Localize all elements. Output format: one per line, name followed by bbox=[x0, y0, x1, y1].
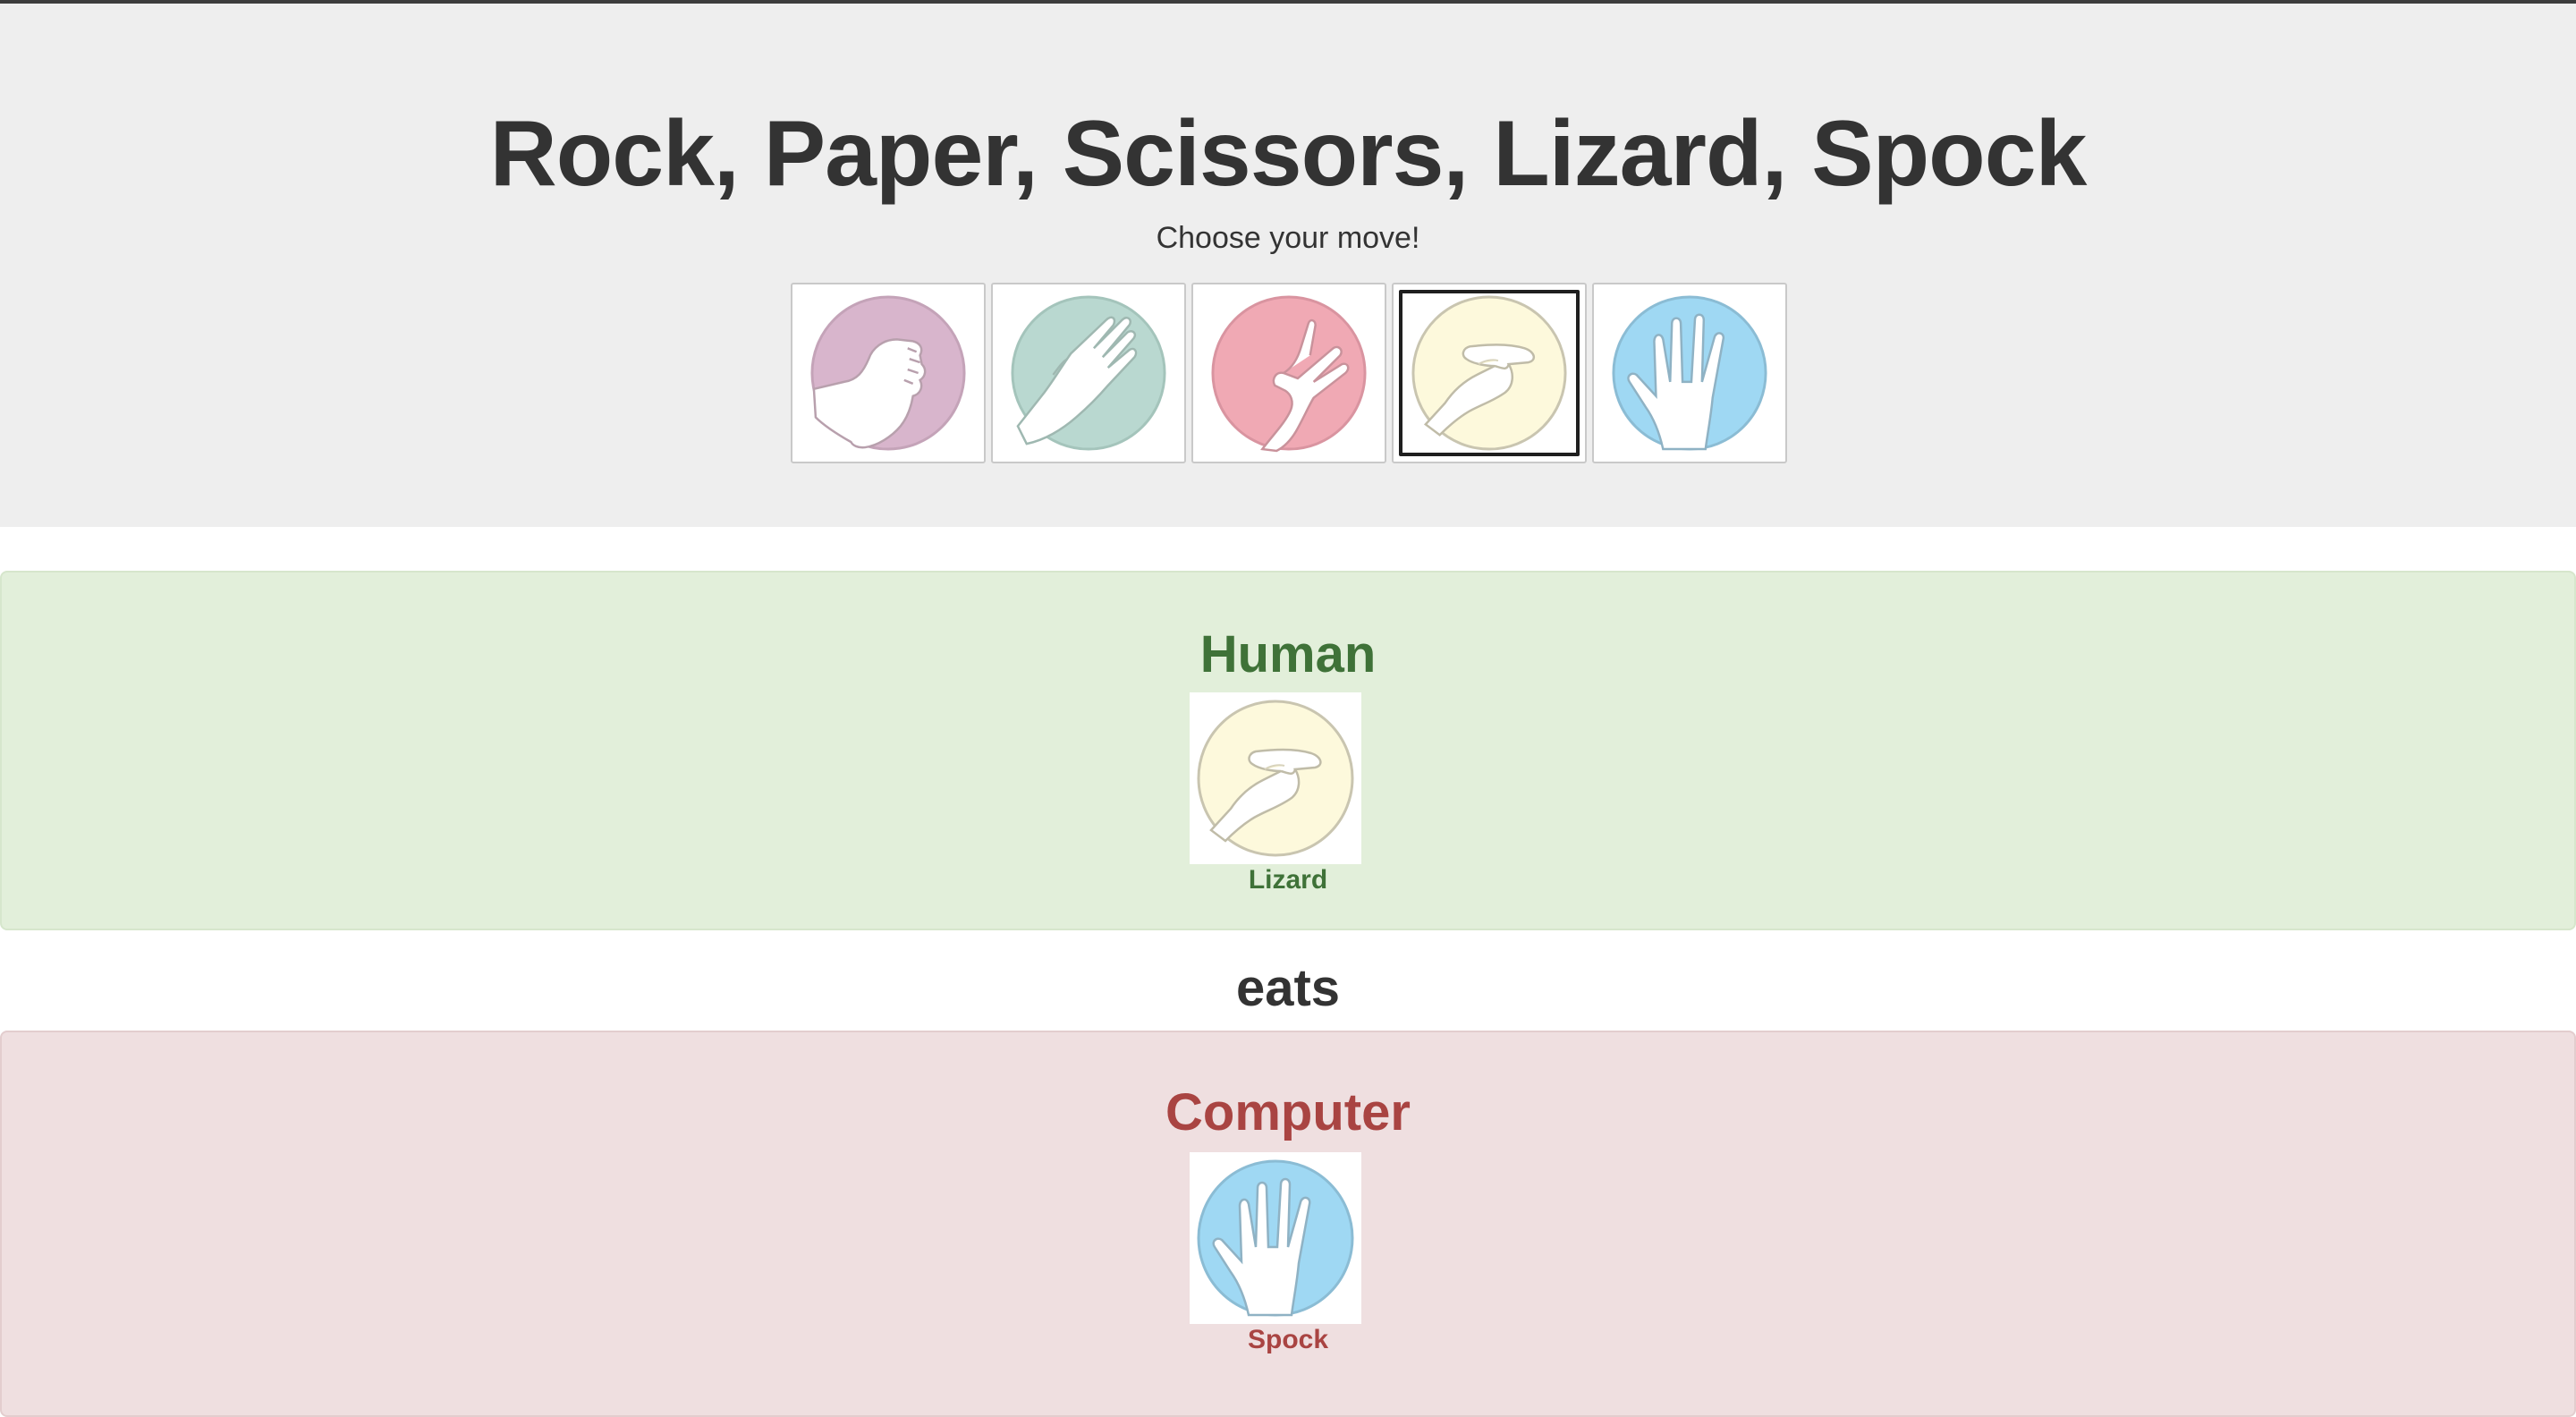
move-button-scissors[interactable] bbox=[1191, 283, 1386, 463]
paper-hand-icon bbox=[1011, 295, 1166, 451]
computer-heading: Computer bbox=[1165, 1083, 1411, 1141]
move-button-paper[interactable] bbox=[991, 283, 1186, 463]
spock-hand-icon bbox=[1197, 1159, 1354, 1317]
result-verb: eats bbox=[1235, 959, 1341, 1017]
human-choice-image bbox=[1190, 692, 1361, 864]
scissors-hand-icon bbox=[1211, 295, 1367, 453]
page-subtitle: Choose your move! bbox=[1156, 221, 1420, 255]
lizard-hand-icon bbox=[1197, 700, 1354, 857]
move-button-lizard[interactable] bbox=[1392, 283, 1587, 463]
move-button-spock[interactable] bbox=[1592, 283, 1787, 463]
computer-result-panel: Computer Spock bbox=[0, 1031, 2576, 1417]
header-jumbotron: Rock, Paper, Scissors, Lizard, Spock Cho… bbox=[0, 4, 2576, 527]
move-selector bbox=[791, 283, 1787, 463]
computer-choice-image bbox=[1190, 1152, 1361, 1324]
human-choice-label: Lizard bbox=[1248, 865, 1328, 895]
lizard-hand-icon bbox=[1411, 295, 1567, 451]
human-result-panel: Human Lizard bbox=[0, 571, 2576, 930]
computer-choice-label: Spock bbox=[1247, 1325, 1329, 1354]
page-title: Rock, Paper, Scissors, Lizard, Spock bbox=[489, 102, 2088, 206]
rock-hand-icon bbox=[810, 295, 966, 451]
move-button-rock[interactable] bbox=[791, 283, 986, 463]
human-heading: Human bbox=[1199, 625, 1377, 683]
spock-hand-icon bbox=[1612, 295, 1767, 451]
